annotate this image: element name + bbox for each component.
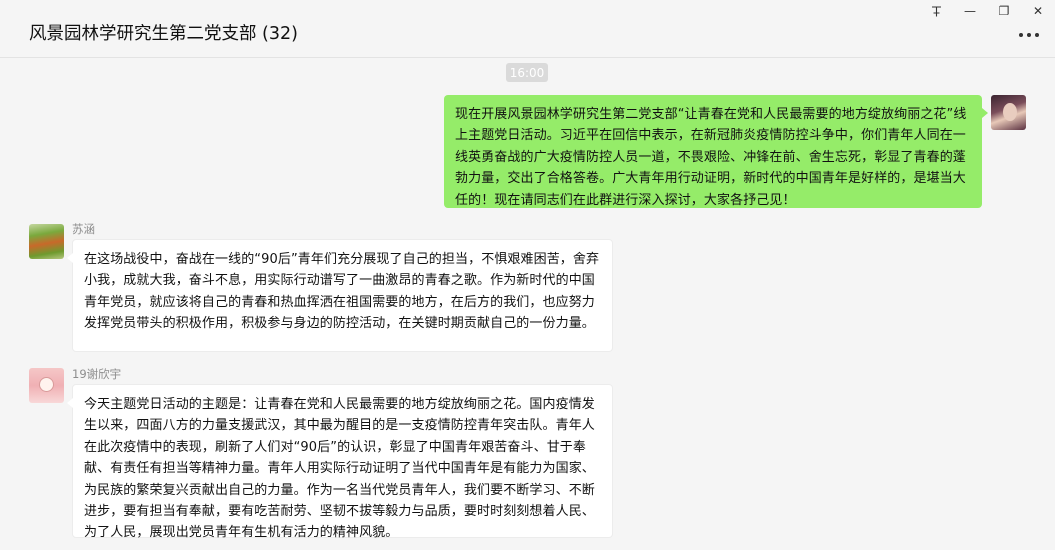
- self-message-bubble[interactable]: 现在开展风景园林学研究生第二党支部“让青春在党和人民最需要的地方绽放绚丽之花”线…: [444, 95, 988, 208]
- more-dot-icon: [1035, 33, 1039, 37]
- minimize-button[interactable]: —: [953, 0, 987, 22]
- self-avatar[interactable]: [991, 95, 1026, 130]
- sender-name: 19谢欣宇: [72, 367, 122, 381]
- restore-button[interactable]: ❐: [987, 0, 1021, 22]
- more-dot-icon: [1019, 33, 1023, 37]
- close-button[interactable]: ✕: [1021, 0, 1055, 22]
- incoming-message-bubble[interactable]: 今天主题党日活动的主题是：让青春在党和人民最需要的地方绽放绚丽之花。国内疫情发生…: [67, 384, 613, 540]
- incoming-message-bubble[interactable]: 在这场战役中，奋战在一线的“90后”青年们充分展现了自己的担当，不惧艰难困苦，舍…: [67, 239, 613, 352]
- window-controls: — ❐ ✕: [919, 0, 1055, 22]
- more-dot-icon: [1027, 33, 1031, 37]
- chat-header: 风景园林学研究生第二党支部 (32) — ❐ ✕: [0, 0, 1055, 58]
- sender-avatar[interactable]: [29, 368, 64, 403]
- message-timestamp: 16:00: [506, 63, 548, 82]
- chat-title: 风景园林学研究生第二党支部 (32): [29, 24, 298, 44]
- pin-icon[interactable]: [919, 0, 953, 22]
- more-options-button[interactable]: [1019, 29, 1041, 41]
- sender-avatar[interactable]: [29, 224, 64, 259]
- sender-name: 苏涵: [72, 222, 95, 236]
